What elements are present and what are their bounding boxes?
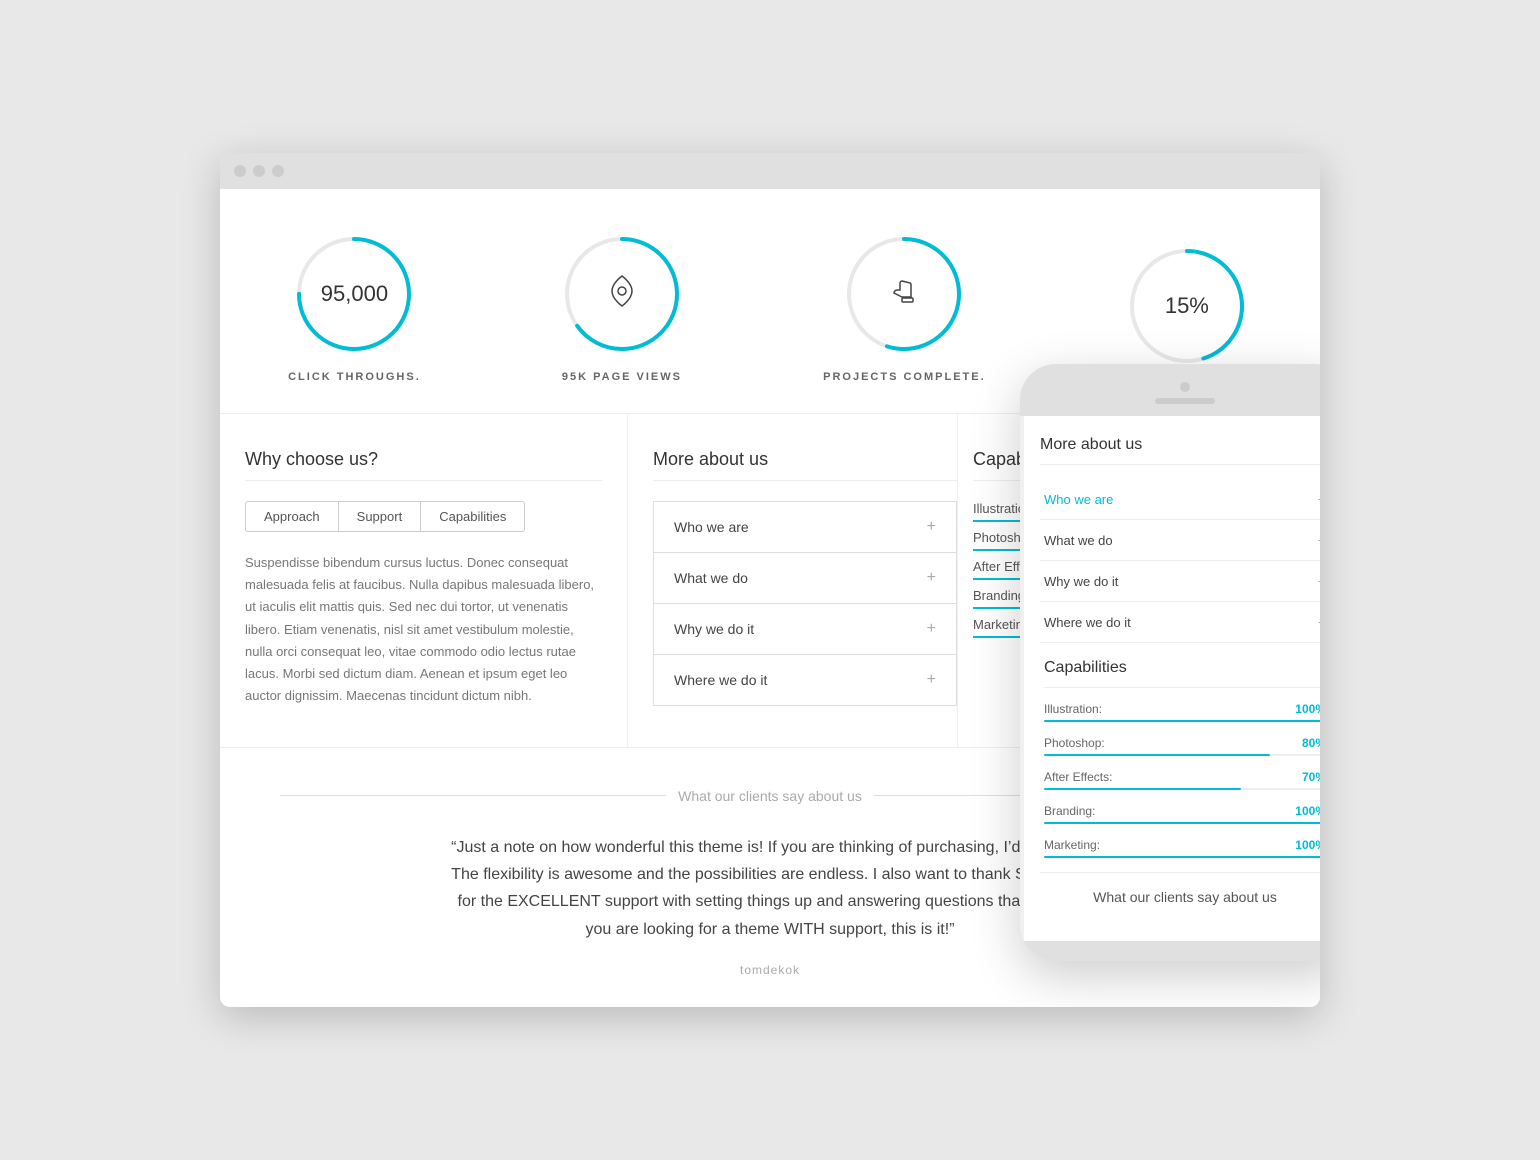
stat-rate-value: 15% [1165,293,1209,319]
accordion-where-label: Where we do it [674,672,767,688]
accordion-who-label: Who we are [674,519,749,535]
mobile-more-title: More about us [1040,436,1320,465]
mobile-cap-photoshop-value: 80% [1302,736,1320,750]
accordion-why[interactable]: Why we do it + [653,603,957,655]
mobile-what-label: What we do [1044,533,1113,548]
accordion-why-plus: + [927,620,936,638]
mobile-cap-section: Capabilities Illustration: 100% Photosho… [1040,643,1320,858]
tab-approach[interactable]: Approach [245,501,339,532]
mobile-camera [1180,382,1190,392]
mobile-cap-illustration-value: 100% [1295,702,1320,716]
mobile-accordion-why[interactable]: Why we do it + [1040,561,1320,602]
why-choose-content: Suspendisse bibendum cursus luctus. Done… [245,552,602,707]
accordion-what[interactable]: What we do + [653,552,957,604]
browser-dot-3 [272,165,284,177]
mobile-cap-title: Capabilities [1044,659,1320,688]
browser-dot-2 [253,165,265,177]
mobile-cap-photoshop-label: Photoshop: [1044,736,1105,750]
why-choose-title: Why choose us? [245,449,602,481]
stat-clicks-circle: 95,000 [289,229,419,359]
accordion-why-label: Why we do it [674,621,754,637]
mobile-cap-branding-bg [1044,822,1320,824]
mobile-cap-marketing-label: Marketing: [1044,838,1100,852]
mobile-cap-aftereffects-label: After Effects: [1044,770,1112,784]
mobile-accordion-where[interactable]: Where we do it + [1040,602,1320,643]
mobile-cap-photoshop-bg [1044,754,1320,756]
stat-clicks: 95,000 CLICK THROUGHS. [288,229,421,383]
browser-titlebar [220,153,1320,189]
mobile-cap-aftereffects: After Effects: 70% [1044,770,1320,790]
more-about-title: More about us [653,449,957,481]
accordion-who-plus: + [927,518,936,536]
accordion-where[interactable]: Where we do it + [653,654,957,706]
mobile-top-bar [1020,364,1320,416]
browser-window: 95,000 CLICK THROUGHS. 95K PAGE VIEWS [220,153,1320,1006]
mobile-cap-branding: Branding: 100% [1044,804,1320,824]
mobile-where-plus: + [1318,614,1320,630]
tab-support[interactable]: Support [339,501,422,532]
accordion-what-label: What we do [674,570,748,586]
mobile-cap-marketing-fill [1044,856,1320,858]
mobile-device: More about us Who we are + What we do + … [1020,364,1320,961]
mobile-who-label: Who we are [1044,492,1113,507]
mobile-cap-marketing: Marketing: 100% [1044,838,1320,858]
stat-clicks-value: 95,000 [321,281,388,307]
mobile-speaker [1155,398,1215,404]
mobile-who-plus: + [1318,491,1320,507]
tab-capabilities[interactable]: Capabilities [421,501,525,532]
mobile-cap-marketing-value: 100% [1295,838,1320,852]
mobile-cap-photoshop: Photoshop: 80% [1044,736,1320,756]
tab-buttons: Approach Support Capabilities [245,501,602,532]
stat-projects-label: PROJECTS COMPLETE. [823,371,986,383]
mobile-why-label: Why we do it [1044,574,1118,589]
stat-clicks-label: CLICK THROUGHS. [288,371,421,383]
stat-rate: 15% [1122,241,1252,371]
accordion-where-plus: + [927,671,936,689]
mobile-cap-photoshop-fill [1044,754,1270,756]
mobile-cap-illustration-label: Illustration: [1044,702,1102,716]
stat-views-label: 95K PAGE VIEWS [562,371,682,383]
stat-projects-icon [889,276,919,312]
mobile-cap-illustration-row: Illustration: 100% [1044,702,1320,716]
mobile-testimonial-title: What our clients say about us [1040,872,1320,921]
mobile-cap-marketing-row: Marketing: 100% [1044,838,1320,852]
content-wrapper: Why choose us? Approach Support Capabili… [220,414,1320,1006]
why-choose-section: Why choose us? Approach Support Capabili… [220,414,627,747]
mobile-where-label: Where we do it [1044,615,1131,630]
mobile-cap-branding-label: Branding: [1044,804,1095,818]
mobile-cap-aftereffects-bg [1044,788,1320,790]
stat-projects: PROJECTS COMPLETE. [823,229,986,383]
testimonial-quote: “Just a note on how wonderful this theme… [445,834,1095,943]
mobile-accordion-what[interactable]: What we do + [1040,520,1320,561]
stat-projects-circle [839,229,969,359]
mobile-why-plus: + [1318,573,1320,589]
mobile-cap-illustration-fill [1044,720,1320,722]
mobile-cap-marketing-bg [1044,856,1320,858]
testimonial-author: tomdekok [280,963,1260,977]
stat-views-icon [606,280,638,308]
accordion-what-plus: + [927,569,936,587]
browser-dot-1 [234,165,246,177]
mobile-cap-branding-fill [1044,822,1320,824]
stat-views: 95K PAGE VIEWS [557,229,687,383]
mobile-cap-photoshop-row: Photoshop: 80% [1044,736,1320,750]
mobile-cap-illustration-bg [1044,720,1320,722]
mobile-cap-aftereffects-value: 70% [1302,770,1320,784]
mobile-cap-aftereffects-row: After Effects: 70% [1044,770,1320,784]
mobile-accordion-who[interactable]: Who we are + [1040,479,1320,520]
mobile-cap-branding-value: 100% [1295,804,1320,818]
stat-views-circle [557,229,687,359]
accordion-who[interactable]: Who we are + [653,501,957,553]
mobile-cap-branding-row: Branding: 100% [1044,804,1320,818]
mobile-bottom-bar [1020,941,1320,961]
mobile-what-plus: + [1318,532,1320,548]
mobile-cap-illustration: Illustration: 100% [1044,702,1320,722]
more-about-section: More about us Who we are + What we do + … [627,414,957,747]
mobile-screen: More about us Who we are + What we do + … [1024,416,1320,941]
stat-rate-circle: 15% [1122,241,1252,371]
mobile-cap-aftereffects-fill [1044,788,1241,790]
